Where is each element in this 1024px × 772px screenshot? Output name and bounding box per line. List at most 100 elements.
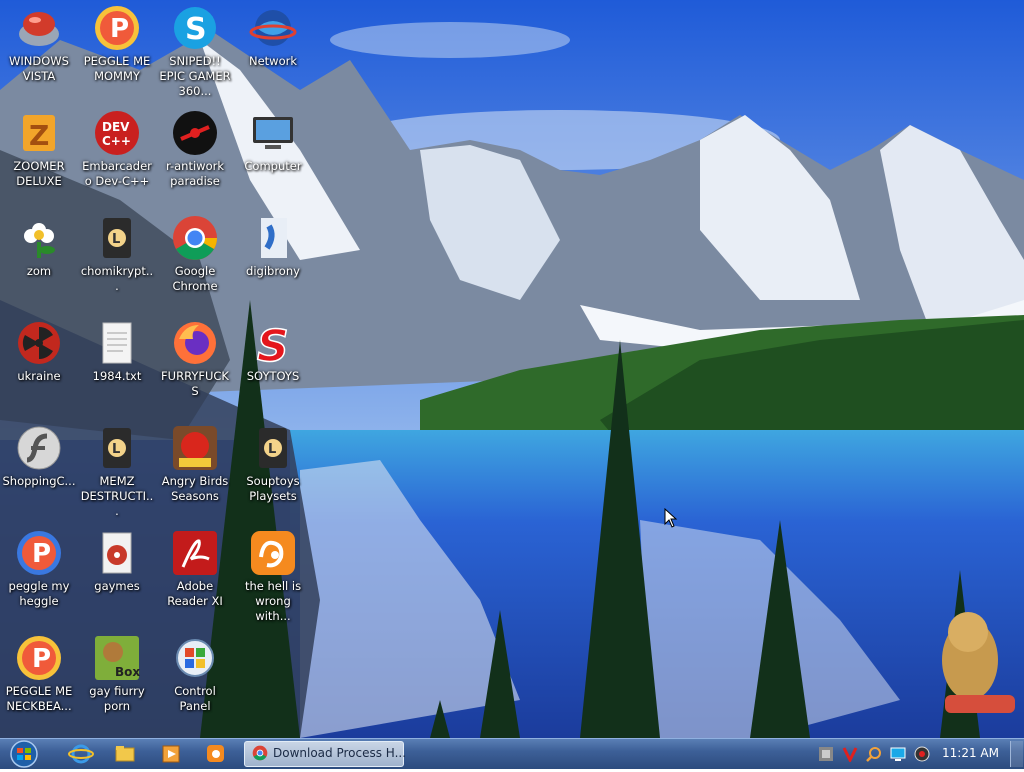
flower-icon — [15, 214, 63, 262]
svg-text:DEV: DEV — [102, 120, 130, 134]
desktop-icon-r-antiwork[interactable]: r-antiwork paradise — [156, 105, 234, 205]
desktop-icon-peggle-my-heggle[interactable]: P peggle my heggle — [0, 525, 78, 625]
windows-orb-icon — [10, 740, 38, 768]
taskbar-window-button[interactable]: Download Process H... — [244, 741, 407, 767]
vista-app-icon — [15, 4, 63, 52]
computer-icon — [249, 109, 297, 157]
svg-text:C++: C++ — [102, 134, 131, 148]
desktop-icon-gay-fiurry[interactable]: Box gay fiurry porn — [78, 630, 156, 730]
desktop-icon-windows-vista[interactable]: WINDOWS VISTA — [0, 0, 78, 100]
desktop-icon-souptoys[interactable]: L Souptoys Playsets — [234, 420, 312, 520]
soytoys-icon: S — [249, 319, 297, 373]
desktop-icon-label: ShoppingC... — [2, 474, 76, 488]
media-player-icon — [162, 745, 180, 763]
desktop-icon-label: PEGGLE ME MOMMY — [83, 54, 151, 83]
desktop-icon-label: Computer — [244, 159, 302, 173]
desktop-icon-label: PEGGLE ME NECKBEA... — [5, 684, 73, 713]
peggle-icon: P — [15, 529, 63, 577]
svg-text:Z: Z — [29, 119, 49, 152]
uc-browser-icon — [249, 529, 297, 577]
desktop-icon-label: ZOOMER DELUXE — [13, 159, 65, 188]
taskbar-window-title: Download Process H... — [273, 746, 407, 760]
peggle-icon: P — [93, 4, 141, 52]
desktop-icon-devcpp[interactable]: DEV C++ Embarcadero Dev-C++ — [78, 105, 156, 205]
system-tray: 11:21 AM — [812, 741, 1024, 767]
desktop-icon-label: Embarcadero Dev-C++ — [82, 159, 152, 188]
desktop-icon-label: Souptoys Playsets — [246, 474, 300, 503]
desktop-icon-1984-txt[interactable]: 1984.txt — [78, 315, 156, 415]
start-button[interactable] — [4, 740, 44, 768]
desktop-icon-label: Google Chrome — [172, 264, 218, 293]
firefox-icon — [171, 319, 219, 367]
desktop-icon-peggle-me-mommy[interactable]: P PEGGLE ME MOMMY — [78, 0, 156, 100]
adobe-reader-icon — [171, 529, 219, 577]
mouse-cursor-icon — [664, 508, 678, 528]
desktop-icon-shoppingc[interactable]: ShoppingC... — [0, 420, 78, 520]
taskbar-explorer-button[interactable] — [108, 742, 142, 766]
desktop-icon-label: ukraine — [17, 369, 61, 383]
tray-display-icon[interactable] — [890, 746, 906, 762]
taskbar-clock[interactable]: 11:21 AM — [942, 746, 999, 760]
show-desktop-button[interactable] — [1010, 741, 1023, 767]
peggle-icon: P — [15, 634, 63, 682]
desktop-icon-zom[interactable]: zom — [0, 210, 78, 310]
desktop-icon-label: Adobe Reader XI — [167, 579, 223, 608]
desktop-icon-label: MEMZ DESTRUCTI... — [80, 474, 154, 518]
desktop-icon-label: SNIPED!! EPIC GAMER 360... — [159, 54, 231, 98]
shortcut-file-icon: L — [93, 424, 141, 472]
desktop-icon-digibrony[interactable]: digibrony — [234, 210, 312, 310]
desktop-icon-angry-birds[interactable]: Angry Birds Seasons — [156, 420, 234, 520]
desktop-icon-control-panel[interactable]: Control Panel — [156, 630, 234, 730]
svg-text:L: L — [268, 442, 276, 457]
desktop-icon-memz[interactable]: L MEMZ DESTRUCTI... — [78, 420, 156, 520]
desktop-icon-furryfucks[interactable]: FURRYFUCKS — [156, 315, 234, 415]
desktop[interactable]: WINDOWS VISTA P PEGGLE ME MOMMY S SNIPED… — [0, 0, 1024, 738]
desktop-icon-label: r-antiwork paradise — [165, 159, 224, 188]
taskbar-uc-browser-button[interactable] — [198, 742, 232, 766]
taskbar-media-player-button[interactable] — [154, 742, 188, 766]
desktop-icon-label: Control Panel — [174, 684, 216, 713]
desktop-icon-zoomer-deluxe[interactable]: Z ZOOMER DELUXE — [0, 105, 78, 205]
tray-search-icon[interactable] — [866, 746, 882, 762]
desktop-icon-ukraine[interactable]: ukraine — [0, 315, 78, 415]
desktop-icon-label: gay fiurry porn — [89, 684, 145, 713]
svg-text:P: P — [32, 644, 51, 674]
desktop-icon-adobe-reader[interactable]: Adobe Reader XI — [156, 525, 234, 625]
svg-text:P: P — [110, 14, 129, 44]
desktop-icon-label: the hell is wrong with... — [244, 579, 302, 623]
svg-text:S: S — [185, 12, 207, 47]
desktop-icon-label: peggle my heggle — [8, 579, 70, 608]
internet-explorer-icon — [68, 744, 94, 764]
desktop-icon-network[interactable]: Network — [234, 0, 312, 100]
media-file-icon — [93, 529, 141, 577]
svg-text:S: S — [257, 321, 289, 367]
tray-volume-icon[interactable] — [914, 746, 930, 762]
svg-text:P: P — [32, 539, 51, 569]
devcpp-icon: DEV C++ — [93, 109, 141, 157]
uc-browser-icon — [207, 745, 224, 762]
taskbar: Download Process H... 11:21 AM — [0, 738, 1024, 769]
network-globe-icon — [249, 4, 297, 52]
flash-icon — [15, 424, 63, 472]
desktop-icon-the-hell-is-wrong[interactable]: the hell is wrong with... — [234, 525, 312, 625]
folder-icon — [115, 746, 135, 762]
desktop-icon-sniped[interactable]: S SNIPED!! EPIC GAMER 360... — [156, 0, 234, 100]
desktop-icon-label: digibrony — [246, 264, 300, 278]
antiwork-icon — [171, 109, 219, 157]
control-panel-icon — [171, 634, 219, 682]
desktop-icon-computer[interactable]: Computer — [234, 105, 312, 205]
zoomer-icon: Z — [15, 109, 63, 157]
desktop-icon-peggle-me-neckbea[interactable]: P PEGGLE ME NECKBEA... — [0, 630, 78, 730]
desktop-icon-gaymes[interactable]: gaymes — [78, 525, 156, 625]
desktop-icon-label: WINDOWS VISTA — [9, 54, 69, 83]
desktop-icon-google-chrome[interactable]: Google Chrome — [156, 210, 234, 310]
radiation-icon — [15, 319, 63, 367]
tray-app-icon[interactable] — [818, 746, 834, 762]
taskbar-internet-explorer-button[interactable] — [64, 742, 98, 766]
desktop-icon-soytoys[interactable]: S SOYTOYS — [234, 315, 312, 415]
tray-v-icon[interactable] — [842, 746, 858, 764]
bonzi-box-icon: Box — [93, 634, 141, 682]
angry-birds-icon — [171, 424, 219, 472]
desktop-icon-chomikrypt[interactable]: L chomikrypt... — [78, 210, 156, 310]
svg-text:L: L — [112, 442, 120, 457]
